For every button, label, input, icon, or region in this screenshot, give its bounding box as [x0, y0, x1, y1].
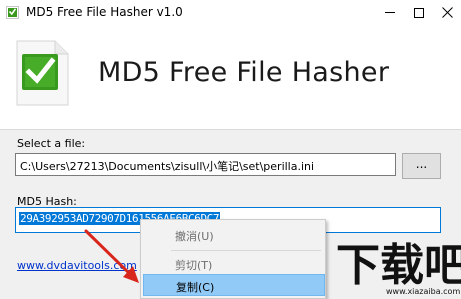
- title-check-icon: [8, 8, 17, 16]
- svg-text:下载吧: 下载吧: [336, 240, 461, 291]
- file-path-input[interactable]: C:\Users\27213\Documents\zisull\小笔记\set\…: [15, 153, 396, 176]
- close-icon: [441, 7, 453, 18]
- check-document-icon: [16, 40, 69, 106]
- title-bar: MD5 Free File Hasher v1.0: [0, 0, 461, 25]
- maximize-icon: [414, 7, 424, 18]
- website-link[interactable]: www.dvdavitools.com: [17, 259, 137, 272]
- menu-item-undo[interactable]: 撤消(U): [143, 224, 325, 246]
- minimize-button[interactable]: [375, 0, 405, 25]
- watermark-url: www.xiazaiba.com: [386, 287, 461, 296]
- browse-button[interactable]: ...: [402, 153, 441, 179]
- app-window: MD5 Free File Hasher v1.0 MD5 Free File …: [0, 0, 461, 299]
- window-title: MD5 Free File Hasher v1.0: [26, 5, 183, 19]
- select-file-label: Select a file:: [17, 137, 86, 150]
- close-button[interactable]: [432, 0, 461, 25]
- menu-item-copy[interactable]: 复制(C): [143, 274, 325, 296]
- menu-item-cut[interactable]: 剪切(T): [143, 253, 325, 275]
- app-heading: MD5 Free File Hasher: [98, 57, 390, 88]
- minimize-icon: [385, 12, 395, 13]
- context-menu: 撤消(U) 剪切(T) 复制(C): [140, 219, 326, 299]
- menu-separator: [171, 250, 321, 251]
- maximize-button[interactable]: [404, 0, 434, 25]
